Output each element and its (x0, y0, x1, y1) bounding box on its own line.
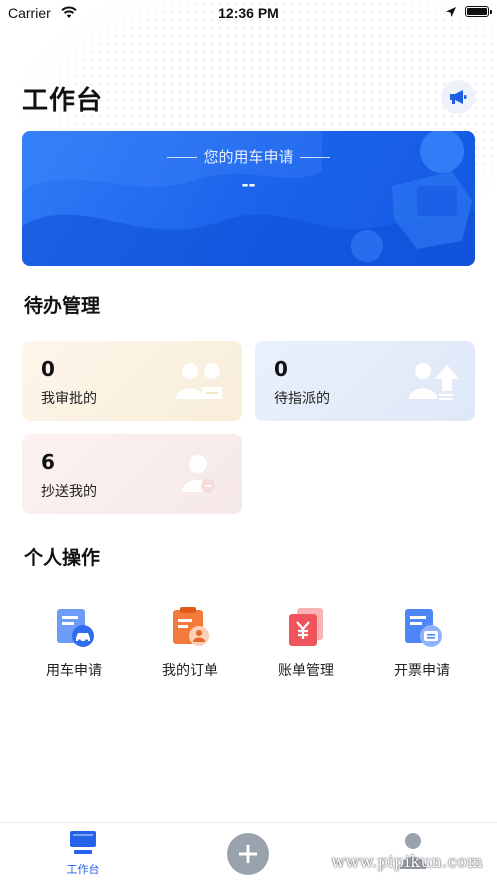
tab-workbench-label: 工作台 (66, 863, 100, 876)
notice-button[interactable] (441, 80, 475, 114)
todo-card-approval[interactable]: 0 我审批的 (22, 341, 242, 421)
cc-user-icon (182, 455, 215, 493)
cc-count: 6 (41, 450, 55, 474)
banner-value: -- (241, 175, 256, 195)
plus-icon (239, 845, 257, 863)
bottom-tab-bar: 工作台 www.pipikun.com (0, 822, 497, 883)
car-request-icon (57, 609, 94, 647)
banner-title: 您的用车申请 (22, 146, 475, 167)
action-bill-management-label: 账单管理 (278, 663, 334, 679)
assign-count: 0 (274, 357, 288, 381)
action-car-request-label: 用车申请 (46, 663, 102, 679)
approval-count: 0 (41, 357, 55, 381)
my-orders-icon (173, 607, 209, 646)
todo-card-assign[interactable]: 0 待指派的 (255, 341, 475, 421)
megaphone-icon (450, 90, 467, 104)
action-bill-management[interactable]: 账单管理 (254, 600, 358, 680)
tab-workbench[interactable]: 工作台 (55, 831, 111, 877)
personal-actions: 用车申请 我的订单 账单管理 开票申请 (22, 600, 475, 680)
todo-section-title: 待办管理 (24, 295, 101, 317)
action-invoice-request-label: 开票申请 (394, 663, 450, 679)
cc-label: 抄送我的 (41, 484, 97, 500)
banner-title-text: 您的用车申请 (203, 148, 294, 166)
approval-users-icon (176, 363, 222, 399)
action-car-request[interactable]: 用车申请 (22, 600, 126, 680)
tab-add-button[interactable] (227, 833, 269, 875)
assign-label: 待指派的 (274, 391, 330, 407)
status-time: 12:36 PM (218, 5, 279, 21)
action-invoice-request[interactable]: 开票申请 (370, 600, 474, 680)
invoice-icon (405, 609, 442, 647)
action-my-orders[interactable]: 我的订单 (138, 600, 242, 680)
approval-label: 我审批的 (41, 391, 97, 407)
assign-user-icon (409, 363, 459, 400)
personal-section-title: 个人操作 (24, 547, 101, 569)
battery-icon (465, 6, 492, 17)
location-arrow-icon (446, 7, 456, 17)
todo-card-cc[interactable]: 6 抄送我的 (22, 434, 242, 514)
watermark: www.pipikun.com (331, 852, 483, 871)
page-title: 工作台 (22, 86, 104, 116)
action-my-orders-label: 我的订单 (162, 663, 218, 679)
status-bar: Carrier 12:36 PM (0, 0, 497, 26)
bill-yuan-icon (289, 608, 323, 646)
car-request-banner[interactable]: 您的用车申请 -- (22, 131, 475, 266)
workbench-icon (70, 831, 96, 854)
